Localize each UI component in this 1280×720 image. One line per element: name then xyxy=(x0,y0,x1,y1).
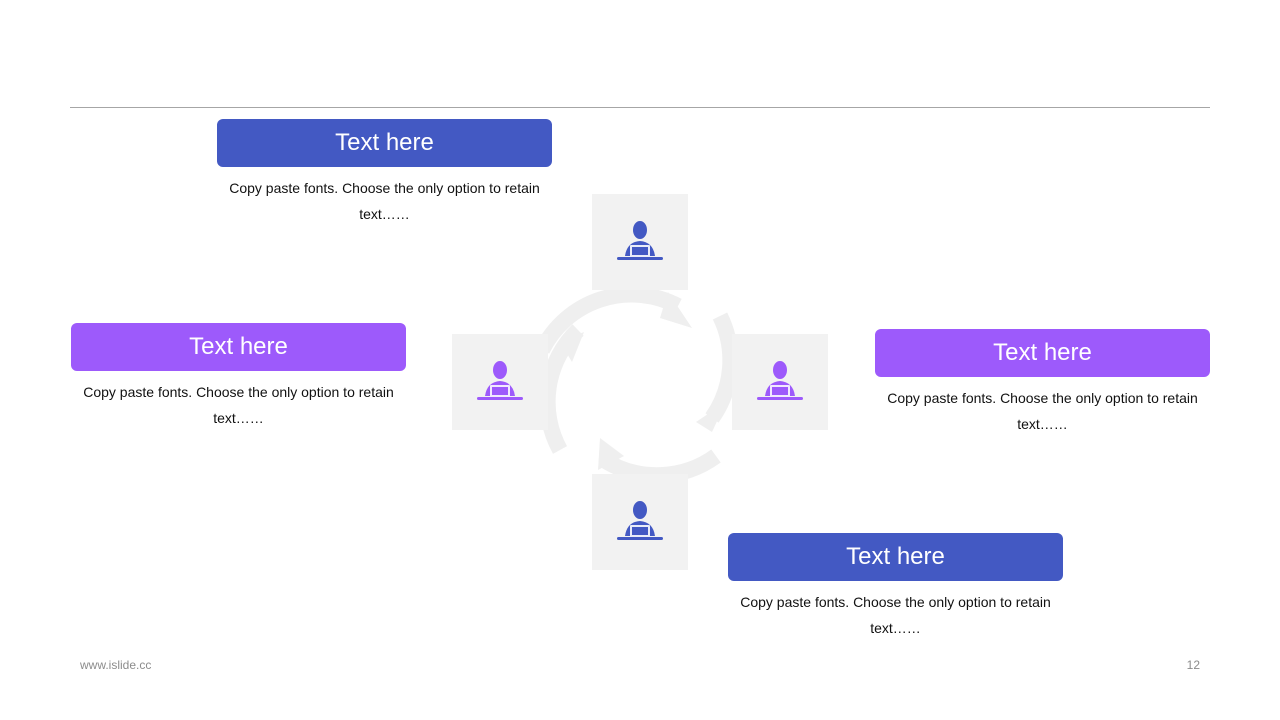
icon-tile-left xyxy=(452,334,548,430)
text-block-bottom: Text here Copy paste fonts. Choose the o… xyxy=(728,533,1063,641)
block-description: Copy paste fonts. Choose the only option… xyxy=(887,390,1198,432)
block-description: Copy paste fonts. Choose the only option… xyxy=(83,384,394,426)
block-title: Text here xyxy=(217,119,552,167)
text-block-right: Text here Copy paste fonts. Choose the o… xyxy=(875,329,1210,437)
person-at-laptop-icon xyxy=(617,501,663,540)
text-block-top: Text here Copy paste fonts. Choose the o… xyxy=(217,119,552,227)
header-divider xyxy=(70,107,1210,108)
person-at-laptop-icon xyxy=(757,361,803,400)
page-number: 12 xyxy=(1186,658,1200,672)
block-title: Text here xyxy=(728,533,1063,581)
icon-tile-bottom xyxy=(592,474,688,570)
block-title: Text here xyxy=(875,329,1210,377)
block-title: Text here xyxy=(71,323,406,371)
footer-url: www.islide.cc xyxy=(80,658,152,672)
block-description: Copy paste fonts. Choose the only option… xyxy=(229,180,540,222)
icon-tile-right xyxy=(732,334,828,430)
block-description: Copy paste fonts. Choose the only option… xyxy=(740,594,1051,636)
icon-tile-top xyxy=(592,194,688,290)
text-block-left: Text here Copy paste fonts. Choose the o… xyxy=(71,323,406,431)
person-at-laptop-icon xyxy=(617,221,663,260)
person-at-laptop-icon xyxy=(477,361,523,400)
